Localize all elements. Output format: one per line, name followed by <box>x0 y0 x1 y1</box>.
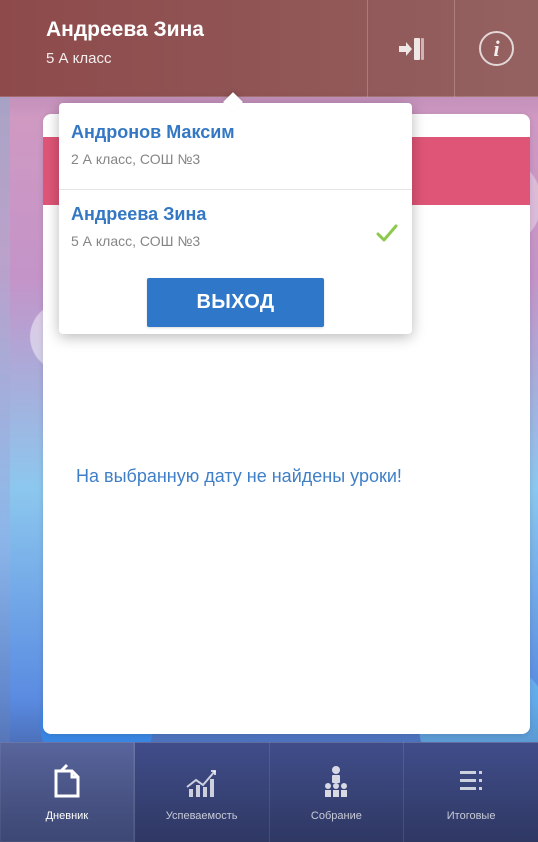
logout-icon-button[interactable] <box>368 0 454 97</box>
nav-label-progress: Успеваемость <box>165 810 238 822</box>
profile-name: Андреева Зина <box>71 204 207 224</box>
logout-icon <box>399 37 424 60</box>
progress-chart-icon <box>182 762 222 802</box>
profile-name: Андронов Максим <box>71 122 235 142</box>
nav-item-meeting[interactable]: Собрание <box>270 742 405 842</box>
info-icon: i <box>479 31 514 66</box>
header-student-name: Андреева Зина <box>46 18 204 41</box>
background-strip <box>0 0 10 842</box>
info-button[interactable]: i <box>455 0 538 97</box>
top-bar: Андреева Зина 5 А класс i <box>0 0 538 97</box>
nav-item-diary[interactable]: Дневник <box>0 742 135 842</box>
nav-item-final[interactable]: Итоговые <box>404 742 538 842</box>
diary-icon <box>47 762 87 802</box>
current-profile[interactable]: Андреева Зина 5 А класс <box>46 18 204 67</box>
app-screen: Андреева Зина 5 А класс i На выбранную д… <box>0 0 538 842</box>
checkmark-icon <box>376 224 398 242</box>
bottom-navigation: Дневник Успеваемость Собрание Итоговые <box>0 742 538 842</box>
nav-label-diary: Дневник <box>45 810 89 822</box>
nav-label-final: Итоговые <box>446 810 496 822</box>
nav-label-meeting: Собрание <box>310 810 362 822</box>
profile-details: 2 А класс, СОШ №3 <box>71 151 201 167</box>
exit-button[interactable]: ВЫХОД <box>147 278 324 327</box>
profile-switcher-popup: Андронов Максим 2 А класс, СОШ №3 Андрее… <box>59 92 412 334</box>
profile-item[interactable]: Андронов Максим 2 А класс, СОШ №3 <box>59 117 412 197</box>
profile-details: 5 А класс, СОШ №3 <box>71 233 201 249</box>
empty-lessons-message: На выбранную дату не найдены уроки! <box>76 466 402 486</box>
profile-item-selected[interactable]: Андреева Зина 5 А класс, СОШ №3 <box>59 199 412 279</box>
nav-item-progress[interactable]: Успеваемость <box>135 742 270 842</box>
meeting-icon <box>316 762 356 802</box>
final-results-icon <box>451 762 491 802</box>
header-class-label: 5 А класс <box>46 50 112 67</box>
profile-divider <box>59 189 412 190</box>
